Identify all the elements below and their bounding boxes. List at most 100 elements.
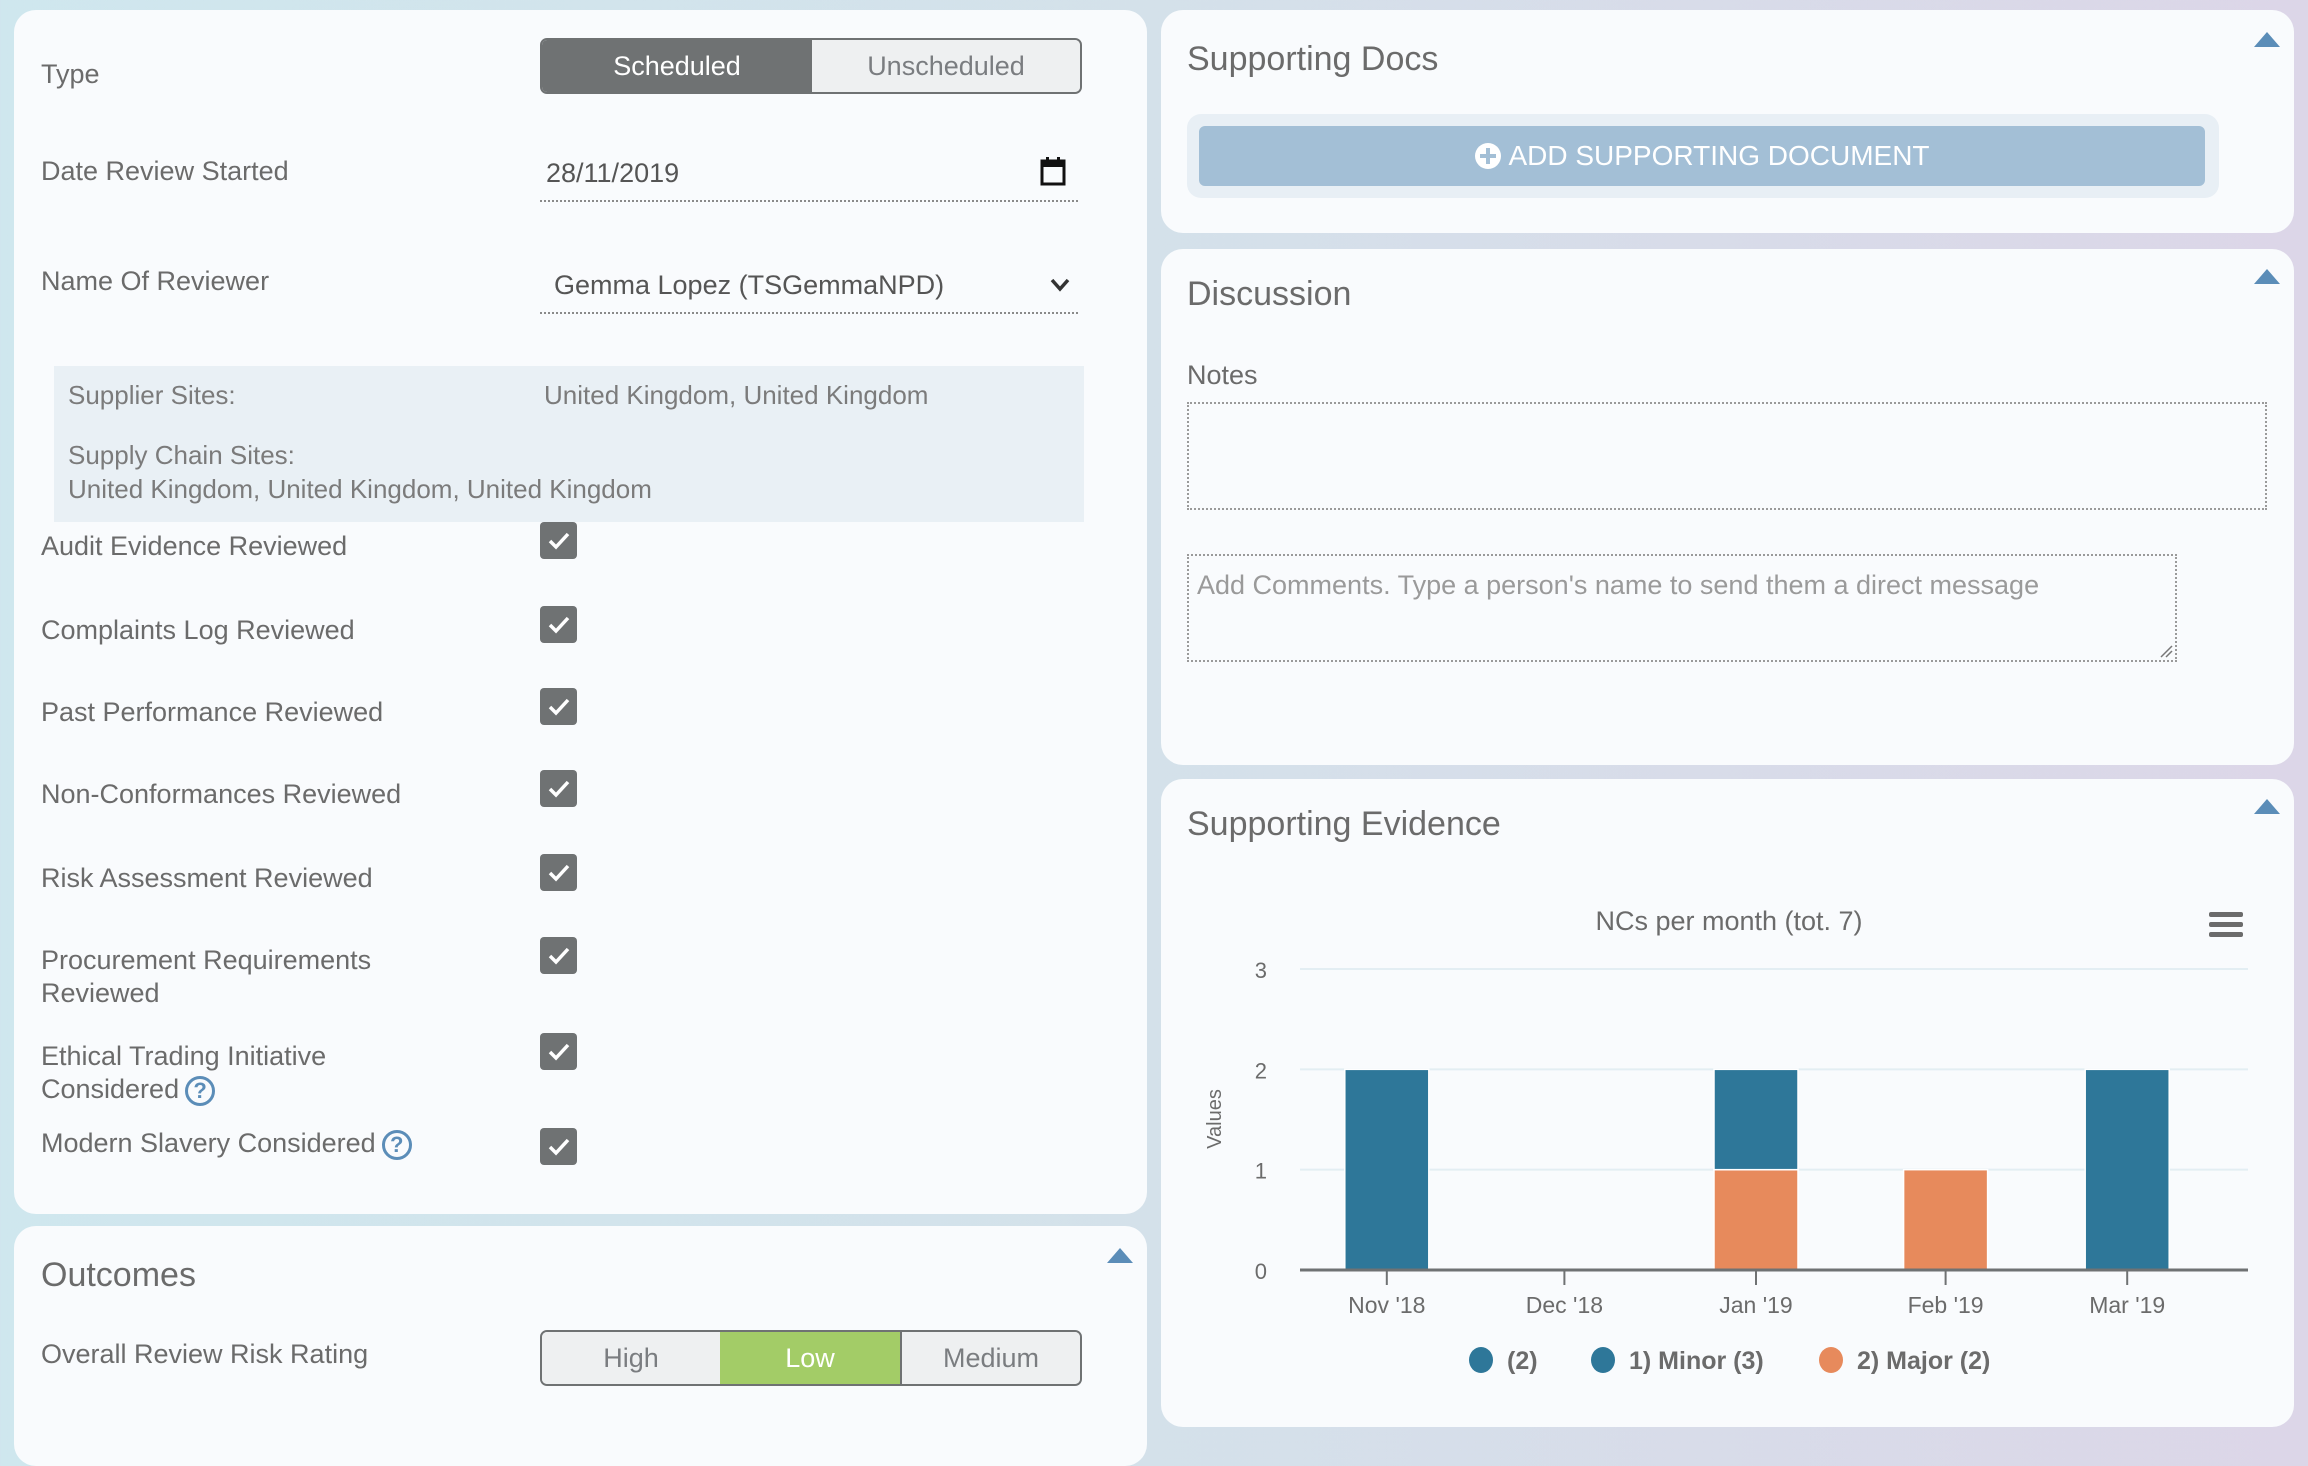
check-label-line2: Considered bbox=[41, 1074, 180, 1104]
check-label: Procurement Requirements Reviewed bbox=[41, 944, 371, 1010]
ethical-trading-checkbox[interactable] bbox=[540, 1033, 577, 1070]
review-details-panel: Type Scheduled Unscheduled Date Review S… bbox=[14, 10, 1147, 1214]
bar-segment[interactable] bbox=[1902, 1168, 1989, 1271]
risk-rating-toggle[interactable]: High Low Medium bbox=[540, 1330, 1082, 1386]
bar-segment[interactable] bbox=[1713, 1068, 1799, 1171]
x-tick-label: Jan '19 bbox=[1719, 1292, 1792, 1318]
risk-assessment-checkbox[interactable] bbox=[540, 854, 577, 891]
chevron-down-icon bbox=[1050, 278, 1070, 297]
risk-medium-button[interactable]: Medium bbox=[900, 1332, 1080, 1384]
calendar-icon[interactable] bbox=[1040, 156, 1066, 191]
help-icon[interactable]: ? bbox=[381, 1129, 412, 1160]
check-icon bbox=[548, 1138, 569, 1156]
add-doc-container: ADD SUPPORTING DOCUMENT bbox=[1187, 114, 2219, 198]
check-label: Complaints Log Reviewed bbox=[41, 615, 355, 645]
add-doc-label: ADD SUPPORTING DOCUMENT bbox=[1508, 140, 1930, 171]
modern-slavery-checkbox[interactable] bbox=[540, 1128, 577, 1165]
check-label: Past Performance Reviewed bbox=[41, 697, 384, 727]
complaints-log-checkbox[interactable] bbox=[540, 606, 577, 643]
collapse-icon[interactable] bbox=[2254, 32, 2280, 47]
type-label: Type bbox=[41, 59, 100, 89]
legend-label: (2) bbox=[1507, 1347, 1538, 1375]
supply-chain-sites-value: United Kingdom, United Kingdom, United K… bbox=[68, 474, 652, 504]
check-label-line1: Ethical Trading Initiative bbox=[41, 1041, 327, 1071]
date-label: Date Review Started bbox=[41, 156, 289, 186]
discussion-title: Discussion bbox=[1187, 275, 1352, 313]
check-icon bbox=[548, 864, 569, 882]
chart-title: NCs per month (tot. 7) bbox=[1595, 906, 1862, 936]
x-tick-label: Dec '18 bbox=[1526, 1292, 1603, 1318]
y-tick-label: 0 bbox=[1255, 1259, 1267, 1284]
x-tick-label: Mar '19 bbox=[2089, 1292, 2165, 1318]
x-tick-label: Nov '18 bbox=[1348, 1292, 1425, 1318]
y-tick-label: 2 bbox=[1255, 1058, 1267, 1083]
sites-info-box: Supplier Sites: United Kingdom, United K… bbox=[54, 366, 1084, 522]
legend-item[interactable]: (2) bbox=[1469, 1347, 1538, 1375]
check-label: Non-Conformances Reviewed bbox=[41, 779, 402, 809]
resize-handle-icon[interactable] bbox=[2159, 644, 2173, 658]
collapse-icon[interactable] bbox=[1107, 1248, 1133, 1263]
non-conformances-checkbox[interactable] bbox=[540, 770, 577, 807]
notes-label: Notes bbox=[1187, 360, 1258, 390]
type-unscheduled-button[interactable]: Unscheduled bbox=[812, 40, 1080, 92]
legend-item[interactable]: 1) Minor (3) bbox=[1591, 1347, 1764, 1375]
y-tick-label: 3 bbox=[1255, 958, 1267, 983]
legend-label: 2) Major (2) bbox=[1857, 1347, 1990, 1375]
legend-marker bbox=[1591, 1347, 1615, 1373]
check-label: Modern Slavery Considered? bbox=[41, 1127, 412, 1160]
outcomes-title: Outcomes bbox=[41, 1256, 196, 1294]
discussion-panel: Discussion Notes Add Comments. Type a pe… bbox=[1161, 249, 2294, 765]
comments-placeholder: Add Comments. Type a person's name to se… bbox=[1197, 570, 2040, 600]
reviewer-label: Name Of Reviewer bbox=[41, 266, 270, 296]
collapse-icon[interactable] bbox=[2254, 269, 2280, 284]
supporting-docs-panel: Supporting Docs ADD SUPPORTING DOCUMENT bbox=[1161, 10, 2294, 233]
legend-marker bbox=[1819, 1347, 1843, 1373]
legend-item[interactable]: 2) Major (2) bbox=[1819, 1347, 1990, 1375]
bar-segment[interactable] bbox=[1344, 1068, 1430, 1271]
supporting-docs-title: Supporting Docs bbox=[1187, 40, 1439, 78]
check-icon bbox=[548, 532, 569, 550]
legend-marker bbox=[1469, 1347, 1493, 1373]
supporting-evidence-panel: Supporting Evidence NCs per month (tot. … bbox=[1161, 779, 2294, 1427]
supplier-sites-value: United Kingdom, United Kingdom bbox=[544, 380, 929, 410]
procurement-requirements-checkbox[interactable] bbox=[540, 937, 577, 974]
check-icon bbox=[548, 947, 569, 965]
check-icon bbox=[548, 698, 569, 716]
nc-chart: NCs per month (tot. 7) Values 0 1 2 3 Nov '1… bbox=[1204, 906, 2248, 1375]
comments-textarea[interactable]: Add Comments. Type a person's name to se… bbox=[1187, 554, 2177, 662]
supply-chain-sites-label: Supply Chain Sites: bbox=[68, 440, 295, 470]
check-icon bbox=[548, 1043, 569, 1061]
help-icon[interactable]: ? bbox=[185, 1075, 216, 1106]
plus-circle-icon bbox=[1475, 143, 1502, 169]
type-toggle[interactable]: Scheduled Unscheduled bbox=[540, 38, 1082, 94]
add-supporting-document-button[interactable]: ADD SUPPORTING DOCUMENT bbox=[1199, 126, 2205, 186]
x-tick-label: Feb '19 bbox=[1908, 1292, 1984, 1318]
reviewer-select[interactable]: Gemma Lopez (TSGemmaNPD) bbox=[540, 250, 1078, 314]
y-tick-label: 1 bbox=[1255, 1159, 1267, 1184]
check-icon bbox=[548, 780, 569, 798]
check-label-line1: Procurement Requirements bbox=[41, 945, 372, 975]
date-value: 28/11/2019 bbox=[546, 158, 680, 188]
check-icon bbox=[548, 616, 569, 634]
supplier-sites-label: Supplier Sites: bbox=[68, 380, 236, 410]
bar-segment[interactable] bbox=[2084, 1068, 2170, 1271]
risk-rating-label: Overall Review Risk Rating bbox=[41, 1339, 369, 1369]
check-label: Ethical Trading Initiative Considered? bbox=[41, 1040, 326, 1106]
reviewer-value: Gemma Lopez (TSGemmaNPD) bbox=[554, 270, 945, 300]
date-review-started-input[interactable]: 28/11/2019 bbox=[540, 140, 1078, 202]
y-axis-label: Values bbox=[1204, 1089, 1226, 1149]
bar-segment[interactable] bbox=[1713, 1168, 1799, 1271]
risk-low-button[interactable]: Low bbox=[720, 1332, 900, 1384]
check-label-line2: Reviewed bbox=[41, 978, 160, 1008]
past-performance-checkbox[interactable] bbox=[540, 688, 577, 725]
type-scheduled-button[interactable]: Scheduled bbox=[542, 40, 812, 92]
legend-label: 1) Minor (3) bbox=[1629, 1347, 1764, 1375]
risk-high-button[interactable]: High bbox=[542, 1332, 720, 1384]
chart-menu-icon[interactable] bbox=[2209, 912, 2243, 937]
audit-evidence-checkbox[interactable] bbox=[540, 522, 577, 559]
check-label-text: Modern Slavery Considered bbox=[41, 1128, 376, 1158]
check-label: Risk Assessment Reviewed bbox=[41, 863, 373, 893]
check-label: Audit Evidence Reviewed bbox=[41, 531, 348, 561]
outcomes-panel: Outcomes Overall Review Risk Rating High… bbox=[14, 1226, 1147, 1466]
notes-textarea[interactable] bbox=[1187, 402, 2267, 510]
